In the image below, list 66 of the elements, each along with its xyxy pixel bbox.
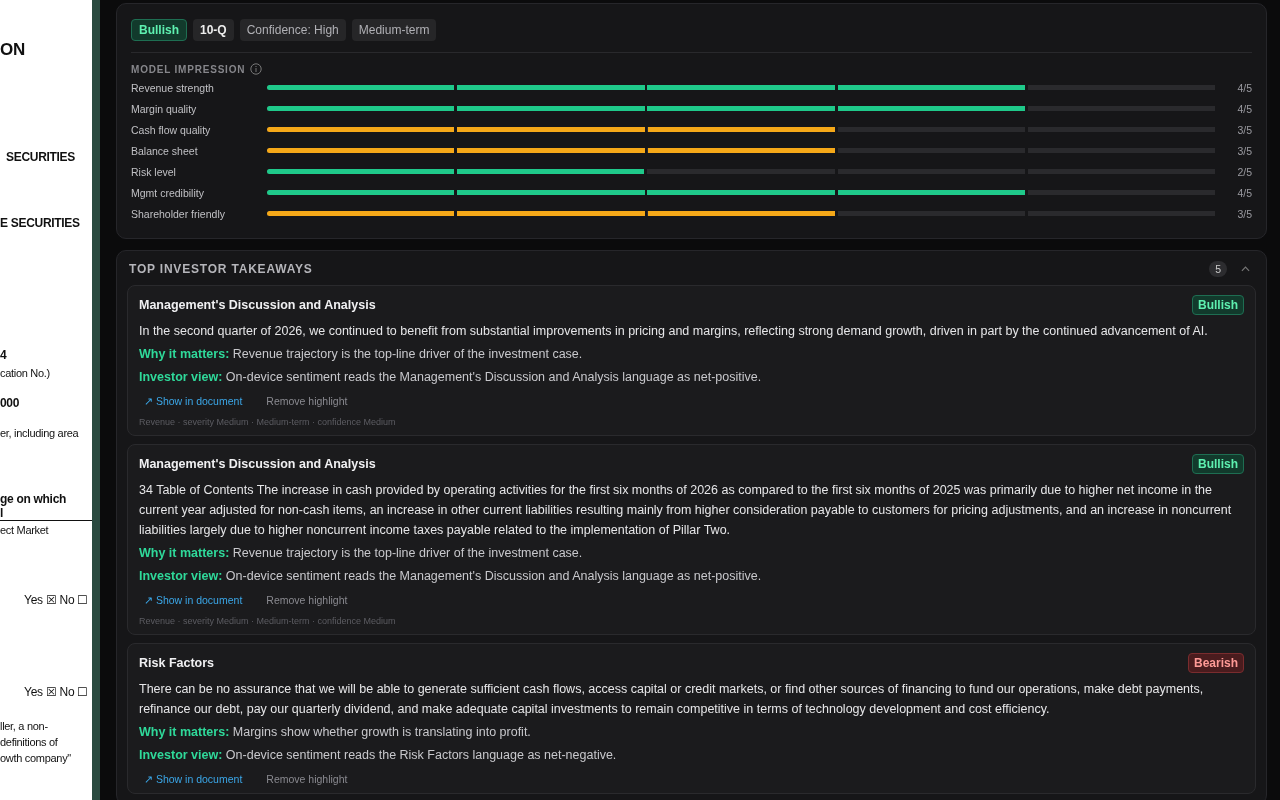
takeaway-title: Management's Discussion and Analysis [139, 457, 376, 471]
document-text: E SECURITIES [0, 216, 81, 230]
document-text: cation No.) [0, 366, 51, 380]
rating-label: Revenue strength [131, 81, 215, 94]
count-badge: 5 [1209, 261, 1227, 277]
rating-label: Mgmt credibility [131, 186, 205, 199]
document-text: ON [0, 40, 26, 60]
field-label: Investor view: [139, 370, 223, 384]
field-label: Why it matters: [139, 546, 230, 560]
section-title: MODEL IMPRESSION [131, 63, 246, 75]
document-text: Yes ☒ No ☐ [23, 593, 89, 607]
takeaway-text: In the second quarter of 2026, we continued to benefit from substantial improvements in pricing and margins, reflecting strong demand growth, driven in part by the continued advancement of AI. [139, 323, 1209, 340]
rating-label: Balance sheet [131, 144, 199, 157]
field-text: Revenue trajectory is the top-line driver of the investment case. [232, 347, 583, 361]
document-text: Yes ☒ No ☐ [23, 685, 89, 699]
tag: 10-Q [193, 19, 234, 41]
document-text: er, including area [0, 426, 80, 440]
rating-score: 4/5 [1236, 102, 1252, 115]
field-text: On-device sentiment reads the Risk Factors language as net-negative. [225, 748, 617, 762]
takeaway-text: There can be no assurance that we will be able to generate sufficient cash flows, access capital or credit markets, or find other sources of financing to fund our operations, make debt payments, refinance our debt, pay our quarterly dividend, and make adequate capital investments to remain competitive in terms of technology development and cost efficiency. [139, 681, 1205, 718]
rating-label: Risk level [131, 165, 177, 178]
sentiment-tag: Bullish [1192, 454, 1244, 474]
field-text: Margins show whether growth is translating into profit. [232, 725, 531, 739]
show-in-document-link[interactable]: ↗ Show in document [144, 594, 243, 606]
takeaway-text: 34 Table of Contents The increase in cash provided by operating activities for the first six months of 2026 as compared to the first six months of 2025 was primarily due to higher net income in the current year adjusted for non-cash items, an increase in other current liabilities resulting mainly from higher consideration payable to customers for pricing adjustments, and an increase in noncurrent liabilities largely due to higher noncurrent income taxes payable related to the implementation of Pillar Two. [139, 482, 1233, 539]
document-text: SECURITIES [5, 150, 76, 164]
field-text: On-device sentiment reads the Management's Discussion and Analysis language as net-positive. [225, 370, 762, 384]
info-icon[interactable] [250, 63, 263, 75]
sentiment-tag: Bearish [1187, 653, 1244, 673]
document-text: owth company" [0, 751, 72, 765]
takeaway-meta: Revenue · severity Medium · Medium-term · confidence Medium [139, 416, 397, 427]
field-label: Investor view: [139, 569, 223, 583]
remove-highlight-link[interactable]: Remove highlight [266, 594, 348, 606]
rating-score: 3/5 [1236, 123, 1252, 136]
tag: Medium-term [351, 19, 437, 41]
document-text: ller, a non- [0, 719, 49, 733]
field-label: Investor view: [139, 748, 223, 762]
rating-score: 3/5 [1236, 144, 1252, 157]
field-label: Why it matters: [139, 725, 230, 739]
takeaway-meta: Revenue · severity Medium · Medium-term · confidence Medium [139, 615, 397, 626]
show-in-document-link[interactable]: ↗ Show in document [144, 395, 243, 407]
takeaway-title: Management's Discussion and Analysis [139, 298, 376, 312]
document-text: 000 [0, 396, 21, 410]
sentiment-tag: Bullish [1192, 295, 1244, 315]
document-text: definitions of [0, 735, 59, 749]
field-text: On-device sentiment reads the Management's Discussion and Analysis language as net-positive. [225, 569, 762, 583]
rating-label: Margin quality [131, 102, 198, 115]
document-text: 4 [0, 348, 8, 362]
rating-score: 4/5 [1236, 186, 1252, 199]
rating-score: 2/5 [1236, 165, 1252, 178]
show-in-document-link[interactable]: ↗ Show in document [144, 773, 243, 785]
rating-label: Cash flow quality [131, 123, 212, 136]
document-text: ect Market [0, 523, 50, 537]
caret-icon[interactable] [1241, 266, 1250, 272]
section-title: TOP INVESTOR TAKEAWAYS [129, 262, 314, 276]
takeaway-title: Risk Factors [139, 656, 215, 670]
rating-label: Shareholder friendly [131, 207, 226, 220]
rating-score: 3/5 [1236, 207, 1252, 220]
rating-score: 4/5 [1236, 81, 1252, 94]
remove-highlight-link[interactable]: Remove highlight [266, 395, 348, 407]
tag: Bullish [131, 19, 187, 41]
remove-highlight-link[interactable]: Remove highlight [266, 773, 348, 785]
field-label: Why it matters: [139, 347, 230, 361]
tag: Confidence: High [239, 19, 346, 41]
document-text: ge on which [0, 492, 68, 506]
field-text: Revenue trajectory is the top-line driver of the investment case. [232, 546, 583, 560]
